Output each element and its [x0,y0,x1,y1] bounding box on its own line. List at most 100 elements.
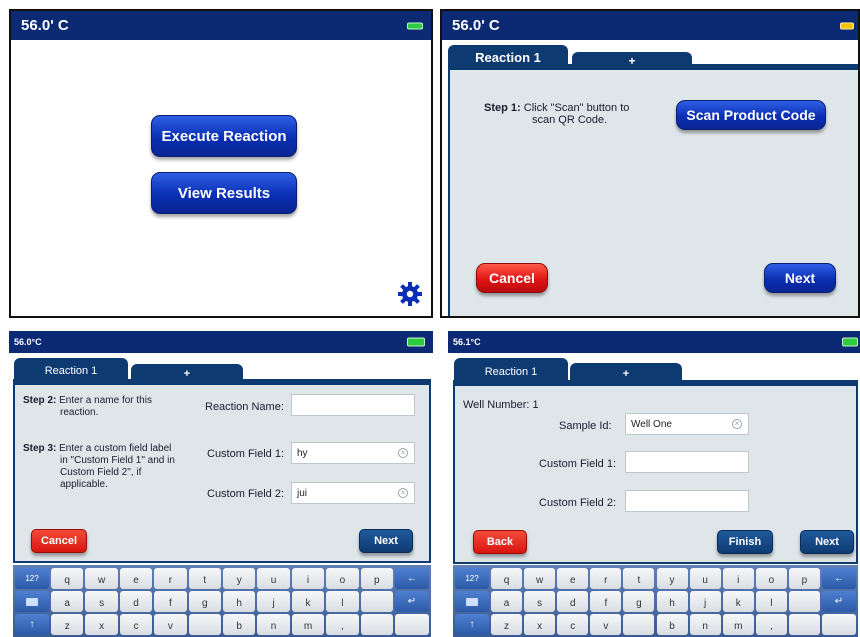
key-c[interactable]: c [557,614,589,635]
key-m[interactable]: m [722,614,754,635]
key-z[interactable]: z [51,614,84,635]
key-r[interactable]: r [154,568,187,589]
onscreen-keyboard: 12? q w e r t y u i o p ← a s d f g h j k l ↵ ↑ z x c v b n m, [453,565,858,637]
key-x[interactable]: x [524,614,556,635]
key-a[interactable]: a [491,591,523,612]
key-o[interactable]: o [755,568,787,589]
key-p[interactable]: p [360,568,393,589]
next-button[interactable]: Next [800,530,854,554]
view-results-button[interactable]: View Results [151,172,297,214]
key-p[interactable]: p [788,568,820,589]
key-comma[interactable]: , [326,614,359,635]
key-comma[interactable]: , [755,614,787,635]
key-j[interactable]: j [257,591,290,612]
key-d[interactable]: d [557,591,589,612]
tab-add[interactable]: + [572,52,692,69]
back-button[interactable]: Back [473,530,527,554]
key-k[interactable]: k [291,591,325,612]
key-f[interactable]: f [590,591,622,612]
mode-key[interactable]: 12? [15,568,49,589]
tab-reaction-1[interactable]: Reaction 1 [454,358,568,385]
key-e[interactable]: e [119,568,153,589]
settings-gear-icon[interactable] [397,281,423,307]
onscreen-keyboard: 12? q w e r t y u i o p ← a s d f g h j k l ↵ ↑ z x c v b n m, [13,565,431,637]
key-w[interactable]: w [85,568,118,589]
tab-reaction-1[interactable]: Reaction 1 [14,358,128,384]
key-u[interactable]: u [689,568,721,589]
key-s[interactable]: s [524,591,556,612]
backspace-key-icon[interactable]: ← [822,568,856,589]
key-y[interactable]: y [656,568,688,589]
key-a[interactable]: a [51,591,84,612]
key-n[interactable]: n [689,614,721,635]
key-h[interactable]: h [223,591,256,612]
custom-field-1-input[interactable] [625,451,749,473]
custom-field-1-input[interactable]: hy × [291,442,415,464]
clear-field-icon[interactable]: × [398,488,408,498]
key-v[interactable]: v [590,614,622,635]
key-j[interactable]: j [689,591,721,612]
enter-key-icon[interactable]: ↵ [822,591,856,612]
mode-key[interactable]: 12? [455,568,489,589]
key-u[interactable]: u [257,568,290,589]
key-blank[interactable] [360,591,393,612]
cancel-button[interactable]: Cancel [31,529,87,553]
key-q[interactable]: q [491,568,523,589]
key-blank[interactable] [188,614,221,635]
key-h[interactable]: h [656,591,688,612]
reaction-name-input[interactable] [291,394,415,416]
key-r[interactable]: r [590,568,622,589]
key-k[interactable]: k [722,591,754,612]
key-blank[interactable] [822,614,856,635]
key-t[interactable]: t [623,568,655,589]
key-d[interactable]: d [119,591,153,612]
key-b[interactable]: b [223,614,256,635]
keyboard-toggle-icon[interactable] [15,591,49,612]
tab-add[interactable]: + [570,363,682,385]
clear-field-icon[interactable]: × [398,448,408,458]
key-m[interactable]: m [291,614,325,635]
key-c[interactable]: c [119,614,153,635]
key-blank[interactable] [623,614,655,635]
shift-key-icon[interactable]: ↑ [455,614,489,635]
key-x[interactable]: x [85,614,118,635]
key-blank[interactable] [395,614,429,635]
tab-add[interactable]: + [131,364,243,384]
enter-key-icon[interactable]: ↵ [395,591,429,612]
key-blank[interactable] [788,614,820,635]
key-i[interactable]: i [722,568,754,589]
key-e[interactable]: e [557,568,589,589]
key-o[interactable]: o [326,568,359,589]
key-i[interactable]: i [291,568,325,589]
tab-reaction-1[interactable]: Reaction 1 [448,45,568,69]
key-s[interactable]: s [85,591,118,612]
cancel-button[interactable]: Cancel [476,263,548,293]
execute-reaction-button[interactable]: Execute Reaction [151,115,297,157]
key-l[interactable]: l [755,591,787,612]
next-button[interactable]: Next [359,529,413,553]
clear-field-icon[interactable]: × [732,419,742,429]
key-l[interactable]: l [326,591,359,612]
key-w[interactable]: w [524,568,556,589]
custom-field-2-input[interactable] [625,490,749,512]
key-b[interactable]: b [656,614,688,635]
key-q[interactable]: q [51,568,84,589]
key-blank[interactable] [360,614,393,635]
key-n[interactable]: n [257,614,290,635]
key-g[interactable]: g [623,591,655,612]
next-button[interactable]: Next [764,263,836,293]
shift-key-icon[interactable]: ↑ [15,614,49,635]
backspace-key-icon[interactable]: ← [395,568,429,589]
finish-button[interactable]: Finish [717,530,773,554]
scan-product-code-button[interactable]: Scan Product Code [676,100,826,130]
custom-field-2-input[interactable]: jui × [291,482,415,504]
key-g[interactable]: g [188,591,221,612]
key-z[interactable]: z [491,614,523,635]
key-f[interactable]: f [154,591,187,612]
keyboard-toggle-icon[interactable] [455,591,489,612]
key-v[interactable]: v [154,614,187,635]
key-blank[interactable] [788,591,820,612]
sample-id-input[interactable]: Well One × [625,413,749,435]
key-y[interactable]: y [223,568,256,589]
key-t[interactable]: t [188,568,221,589]
